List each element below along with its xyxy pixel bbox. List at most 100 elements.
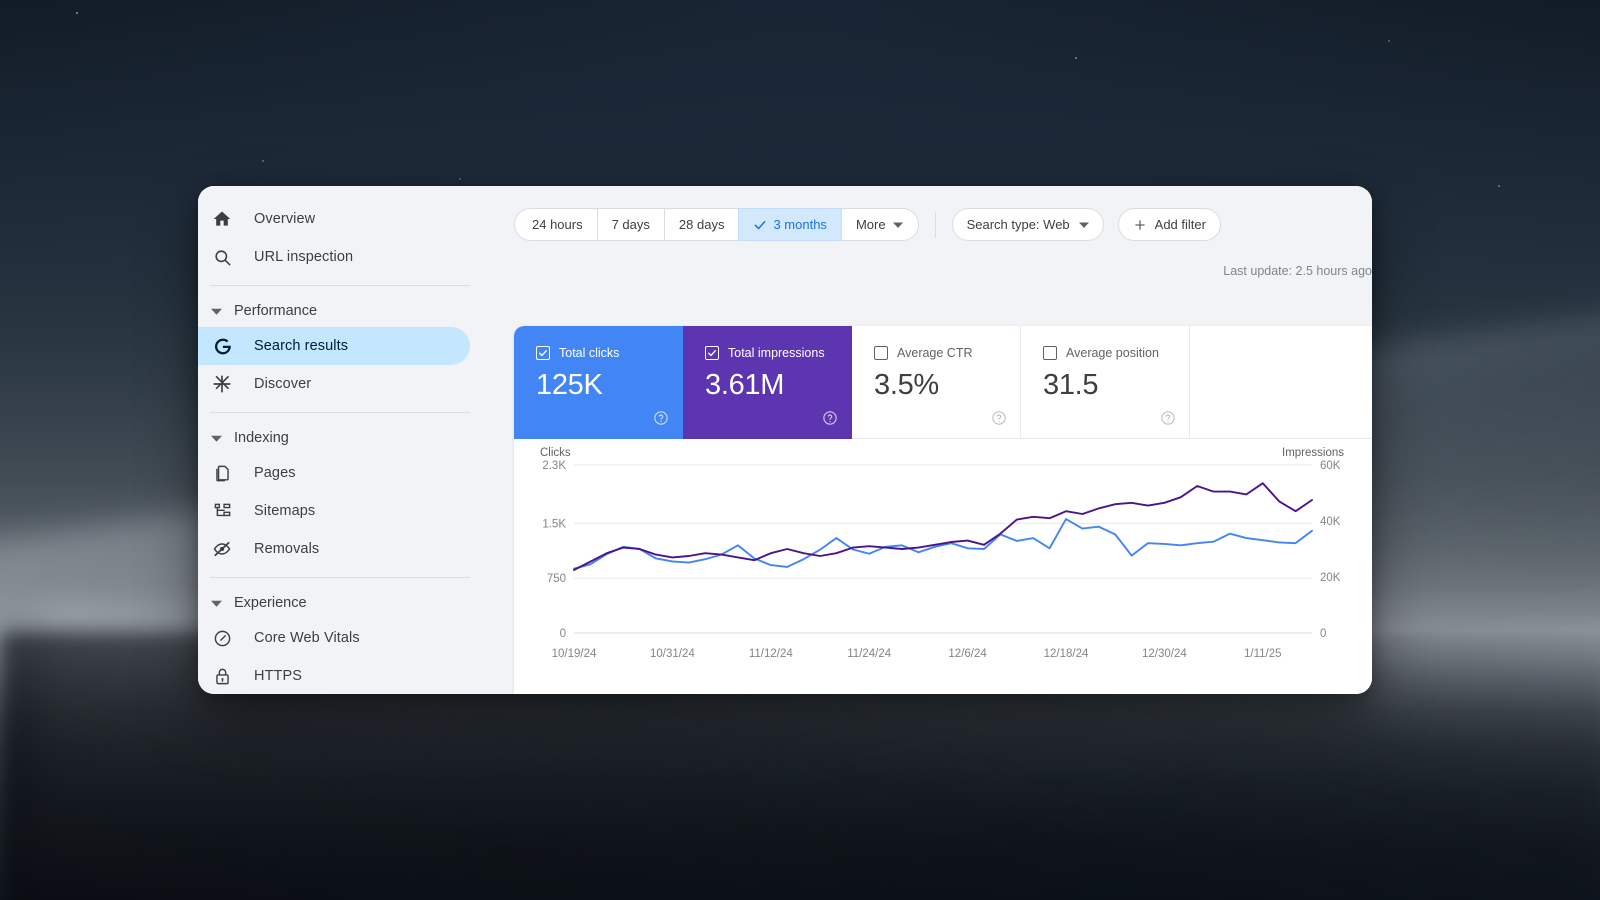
search-type-button[interactable]: Search type: Web: [952, 208, 1104, 241]
chart-right-axis-title: Impressions: [1282, 447, 1344, 459]
chart-x-tick: 12/6/24: [948, 648, 987, 660]
sidebar-item-overview[interactable]: Overview: [198, 200, 470, 238]
plus-icon: [1133, 218, 1147, 232]
sidebar-section-label: Experience: [234, 595, 307, 611]
chevron-down-icon: [1079, 220, 1089, 230]
metric-header: Average position: [1043, 346, 1173, 360]
chart-x-tick: 11/12/24: [749, 648, 794, 660]
help-icon[interactable]: [653, 410, 669, 426]
metric-label: Average CTR: [897, 346, 973, 360]
chart-left-tick: 0: [560, 628, 566, 640]
help-icon[interactable]: [1160, 410, 1176, 426]
speedometer-icon: [210, 626, 234, 650]
sidebar-item-removals[interactable]: Removals: [198, 530, 470, 568]
segment-label: More: [856, 217, 886, 232]
chevron-down-icon: [206, 301, 226, 321]
checkbox-total-clicks[interactable]: [536, 346, 550, 360]
sitemap-icon: [210, 499, 234, 523]
sidebar-item-pages[interactable]: Pages: [198, 454, 470, 492]
performance-report-card: Total clicks 125K Total impressions 3.61: [514, 326, 1372, 694]
chart-left-tick: 750: [547, 573, 566, 585]
checkbox-average-ctr[interactable]: [874, 346, 888, 360]
star: [1075, 57, 1077, 59]
checkbox-average-position[interactable]: [1043, 346, 1057, 360]
sidebar-item-label: Pages: [254, 465, 296, 481]
toolbar-divider: [935, 212, 936, 238]
toolbar: 24 hours 7 days 28 days 3 months More: [506, 186, 1372, 241]
metric-card-total-impressions[interactable]: Total impressions 3.61M: [683, 326, 852, 439]
date-range-24-hours[interactable]: 24 hours: [514, 208, 597, 241]
chart-x-tick: 11/24/24: [847, 648, 892, 660]
last-update-status: Last update: 2.5 hours ago: [1223, 264, 1372, 278]
metric-label: Total impressions: [728, 346, 825, 360]
chart-x-tick: 12/30/24: [1142, 648, 1187, 660]
sidebar-divider: [210, 577, 470, 578]
metric-value: 3.5%: [874, 369, 1004, 402]
star: [76, 12, 78, 14]
sidebar-section-label: Indexing: [234, 430, 289, 446]
date-range-more[interactable]: More: [841, 208, 919, 241]
metric-label: Average position: [1066, 346, 1159, 360]
metric-cards-spacer: [1190, 326, 1372, 439]
metric-value: 125K: [536, 369, 666, 402]
main-content: 24 hours 7 days 28 days 3 months More: [506, 186, 1372, 694]
search-type-label: Search type: Web: [967, 217, 1070, 232]
performance-chart[interactable]: Clicks07501.5K2.3KImpressions020K40K60K1…: [514, 439, 1372, 689]
chart-x-tick: 10/19/24: [552, 648, 597, 660]
metric-label: Total clicks: [559, 346, 619, 360]
star: [1388, 40, 1390, 42]
sidebar-section-experience[interactable]: Experience: [198, 587, 506, 619]
date-range-3-months[interactable]: 3 months: [738, 208, 840, 241]
chart-x-tick: 10/31/24: [650, 648, 695, 660]
sidebar-item-label: Removals: [254, 541, 319, 557]
sidebar-item-sitemaps[interactable]: Sitemaps: [198, 492, 470, 530]
sidebar: Overview URL inspection Performance Sear…: [198, 186, 506, 694]
app-window: Overview URL inspection Performance Sear…: [198, 186, 1372, 694]
date-range-segmented-control: 24 hours 7 days 28 days 3 months More: [514, 208, 919, 241]
chart-series-impressions: [574, 483, 1312, 570]
sidebar-item-label: HTTPS: [254, 668, 302, 684]
search-icon: [210, 245, 234, 269]
metric-header: Total impressions: [705, 346, 835, 360]
lock-icon: [210, 664, 234, 688]
sidebar-section-performance[interactable]: Performance: [198, 295, 506, 327]
sidebar-item-url-inspection[interactable]: URL inspection: [198, 238, 470, 276]
metric-card-average-position[interactable]: Average position 31.5: [1021, 326, 1190, 439]
check-icon: [753, 218, 767, 232]
metric-header: Average CTR: [874, 346, 1004, 360]
help-icon[interactable]: [822, 410, 838, 426]
google-g-icon: [210, 334, 234, 358]
sidebar-item-https[interactable]: HTTPS: [198, 657, 470, 694]
sidebar-item-label: Overview: [254, 211, 315, 227]
chart-left-tick: 2.3K: [542, 460, 566, 472]
chevron-down-icon: [206, 593, 226, 613]
chevron-down-icon: [893, 220, 903, 230]
metric-cards: Total clicks 125K Total impressions 3.61: [514, 326, 1372, 439]
date-range-7-days[interactable]: 7 days: [597, 208, 664, 241]
segment-label: 7 days: [612, 217, 650, 232]
sidebar-section-indexing[interactable]: Indexing: [198, 422, 506, 454]
sidebar-item-label: Discover: [254, 376, 311, 392]
sidebar-item-discover[interactable]: Discover: [198, 365, 470, 403]
add-filter-label: Add filter: [1155, 217, 1206, 232]
chart-right-tick: 20K: [1320, 572, 1341, 584]
pages-icon: [210, 461, 234, 485]
chart-right-tick: 0: [1320, 628, 1326, 640]
eye-off-icon: [210, 537, 234, 561]
metric-card-total-clicks[interactable]: Total clicks 125K: [514, 326, 683, 439]
chart-left-tick: 1.5K: [542, 518, 566, 530]
date-range-28-days[interactable]: 28 days: [664, 208, 739, 241]
chart-right-tick: 60K: [1320, 460, 1341, 472]
home-icon: [210, 207, 234, 231]
checkbox-total-impressions[interactable]: [705, 346, 719, 360]
sidebar-section-label: Performance: [234, 303, 317, 319]
performance-chart-svg: Clicks07501.5K2.3KImpressions020K40K60K1…: [514, 439, 1372, 679]
metric-card-average-ctr[interactable]: Average CTR 3.5%: [852, 326, 1021, 439]
help-icon[interactable]: [991, 410, 1007, 426]
sidebar-item-search-results[interactable]: Search results: [198, 327, 470, 365]
sidebar-item-label: URL inspection: [254, 249, 353, 265]
add-filter-button[interactable]: Add filter: [1118, 208, 1221, 241]
segment-label: 24 hours: [532, 217, 583, 232]
chart-left-axis-title: Clicks: [540, 447, 571, 459]
sidebar-item-core-web-vitals[interactable]: Core Web Vitals: [198, 619, 470, 657]
